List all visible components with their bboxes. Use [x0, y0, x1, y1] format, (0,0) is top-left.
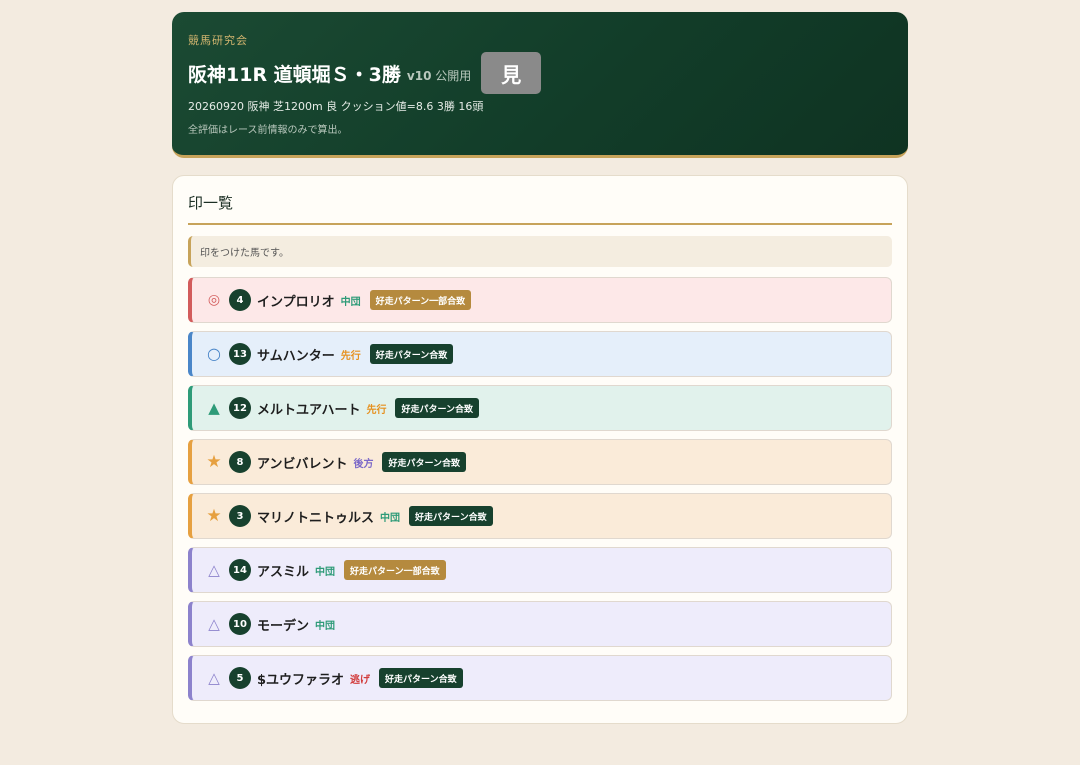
org-name: 競馬研究会 — [188, 34, 248, 47]
triangle-mark-icon: △ — [208, 668, 220, 687]
star-mark-icon: ★ — [206, 505, 222, 526]
pattern-tag: 好走パターン一部合致 — [344, 560, 446, 580]
horse-number-badge: 4 — [229, 289, 251, 311]
info-box: 印をつけた馬です。 — [188, 236, 892, 267]
circle-mark-icon: ○ — [207, 344, 221, 363]
horse-number-badge: 10 — [229, 613, 251, 635]
horse-number-badge: 14 — [229, 559, 251, 581]
pattern-tag: 好走パターン合致 — [395, 398, 480, 418]
pattern-tag: 好走パターン合致 — [379, 668, 463, 688]
horse-name: アンビバレント — [257, 456, 348, 472]
race-note: 全評価はレース前情報のみで算出。 — [188, 125, 348, 136]
horse-name: インプロリオ — [257, 294, 335, 310]
running-style: 先行 — [366, 404, 387, 416]
running-style: 中団 — [315, 620, 336, 632]
running-style: 中団 — [340, 296, 361, 308]
running-style: 逃げ — [350, 674, 371, 686]
pattern-tag: 好走パターン一部合致 — [369, 290, 472, 310]
filled-triangle-mark-icon: ▲ — [208, 398, 220, 417]
horse-number-badge: 3 — [229, 505, 251, 527]
panel-title: 印一覧 — [188, 192, 892, 225]
horse-name: アスミル — [257, 564, 310, 580]
star-mark-icon: ★ — [206, 451, 222, 472]
version-label: v10 公開用 — [407, 67, 471, 84]
triangle-mark-icon: △ — [208, 560, 220, 579]
double-circle-mark-icon: ◎ — [207, 292, 221, 308]
horse-row-10[interactable]: △ 10 モーデン 中団 — [188, 601, 892, 647]
horse-number-badge: 8 — [229, 451, 251, 473]
horse-row-14[interactable]: △ 14 アスミル 中団 好走パターン一部合致 — [188, 547, 892, 593]
horse-name: モーデン — [257, 618, 310, 634]
horse-row-13[interactable]: ○ 13 サムハンター 先行 好走パターン合致 — [188, 331, 892, 377]
horse-row-3[interactable]: ★ 3 マリノトニトゥルス 中団 好走パターン合致 — [188, 493, 892, 539]
horse-row-5[interactable]: △ 5 $ユウファラオ 逃げ 好走パターン合致 — [188, 655, 892, 701]
race-title: 阪神11R 道頓堀Ｓ・3勝 — [188, 63, 401, 86]
triangle-mark-icon: △ — [208, 614, 220, 633]
page-container: 競馬研究会 阪神11R 道頓堀Ｓ・3勝 v10 公開用 見 20260920 阪… — [172, 12, 908, 724]
horse-number-badge: 12 — [229, 397, 251, 419]
marks-panel: 印一覧 印をつけた馬です。 ◎ 4 インプロリオ 中団 好走パターン一部合致 ○… — [172, 175, 908, 724]
pattern-tag: 好走パターン合致 — [409, 506, 493, 526]
horse-row-12[interactable]: ▲ 12 メルトユアハート 先行 好走パターン合致 — [188, 385, 892, 431]
running-style: 中団 — [315, 566, 336, 578]
horse-name: $ユウファラオ — [257, 672, 345, 688]
horse-number-badge: 13 — [229, 343, 251, 365]
horse-list: ◎ 4 インプロリオ 中団 好走パターン一部合致 ○ 13 サムハンター 先行 … — [188, 277, 892, 701]
horse-name: マリノトニトゥルス — [257, 510, 375, 526]
pattern-tag: 好走パターン合致 — [382, 452, 467, 472]
audience-label: 公開用 — [435, 69, 472, 83]
horse-number-badge: 5 — [229, 667, 251, 689]
version-number: v10 — [406, 69, 432, 83]
pattern-tag: 好走パターン合致 — [369, 344, 454, 364]
race-meta: 20260920 阪神 芝1200m 良 クッション値=8.6 3勝 16頭 — [188, 100, 484, 113]
race-header: 競馬研究会 阪神11R 道頓堀Ｓ・3勝 v10 公開用 見 20260920 阪… — [172, 12, 908, 158]
horse-row-8[interactable]: ★ 8 アンビバレント 後方 好走パターン合致 — [188, 439, 892, 485]
status-badge[interactable]: 見 — [481, 52, 542, 94]
horse-name: サムハンター — [257, 348, 335, 364]
running-style: 中団 — [380, 512, 401, 524]
running-style: 後方 — [353, 458, 374, 470]
horse-row-4[interactable]: ◎ 4 インプロリオ 中団 好走パターン一部合致 — [188, 277, 892, 323]
horse-name: メルトユアハート — [257, 402, 361, 418]
running-style: 先行 — [340, 350, 361, 362]
title-row: 阪神11R 道頓堀Ｓ・3勝 v10 公開用 見 — [188, 52, 892, 94]
